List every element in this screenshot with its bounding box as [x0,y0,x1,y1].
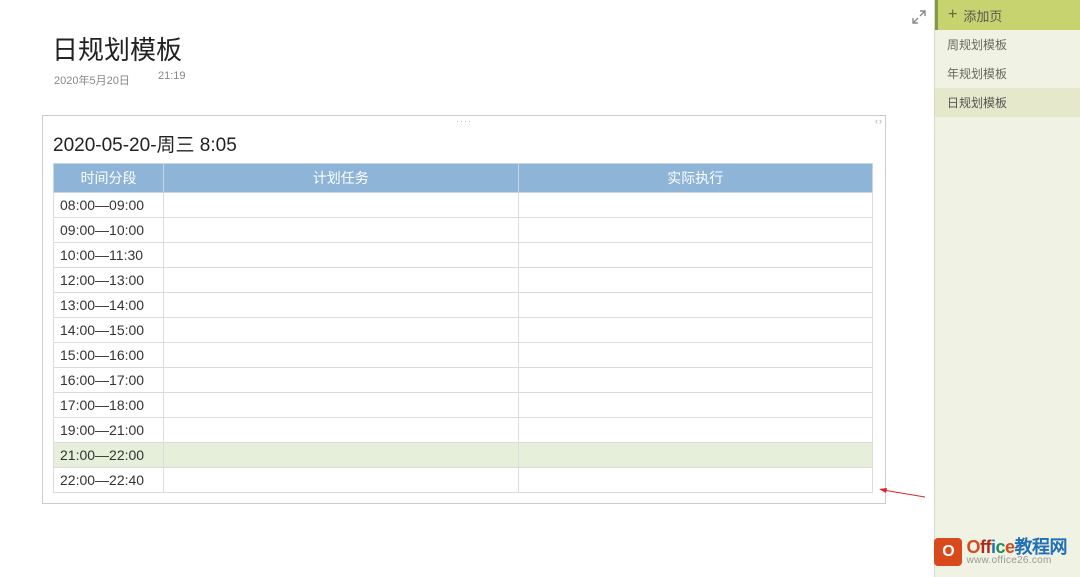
cell-plan[interactable] [164,393,519,418]
cell-slot[interactable]: 22:00—22:40 [54,468,164,493]
sidebar-page-item[interactable]: 周规划模板 [935,30,1080,59]
cell-slot[interactable]: 16:00—17:00 [54,368,164,393]
schedule-table[interactable]: 时间分段 计划任务 实际执行 08:00—09:0009:00—10:0010:… [53,163,873,493]
watermark-logo-icon: O [934,538,962,566]
cell-slot[interactable]: 09:00—10:00 [54,218,164,243]
cell-plan[interactable] [164,418,519,443]
sidebar-page-item[interactable]: 日规划模板 [935,88,1080,117]
plus-icon: + [948,6,957,24]
page-list-sidebar: + 添加页 周规划模板年规划模板日规划模板 [934,0,1080,577]
cell-plan[interactable] [164,318,519,343]
cell-slot[interactable]: 12:00—13:00 [54,268,164,293]
cell-slot[interactable]: 14:00—15:00 [54,318,164,343]
table-header-row: 时间分段 计划任务 实际执行 [54,164,873,193]
sidebar-page-item[interactable]: 年规划模板 [935,59,1080,88]
col-actual: 实际执行 [518,164,873,193]
cell-actual[interactable] [518,468,873,493]
table-row[interactable]: 09:00—10:00 [54,218,873,243]
cell-actual[interactable] [518,193,873,218]
table-row[interactable]: 16:00—17:00 [54,368,873,393]
cell-slot[interactable]: 10:00—11:30 [54,243,164,268]
cell-plan[interactable] [164,468,519,493]
cell-plan[interactable] [164,218,519,243]
table-row[interactable]: 19:00—21:00 [54,418,873,443]
table-row[interactable]: 21:00—22:00 [54,443,873,468]
page-date[interactable]: 2020年5月20日 [54,72,130,88]
table-row[interactable]: 14:00—15:00 [54,318,873,343]
page-title[interactable]: 日规划模板 [52,30,182,67]
cell-actual[interactable] [518,293,873,318]
table-row[interactable]: 13:00—14:00 [54,293,873,318]
note-canvas: 日规划模板 2020年5月20日 21:19 ···· ‹› 2020-05-2… [0,0,934,577]
cell-slot[interactable]: 17:00—18:00 [54,393,164,418]
cell-actual[interactable] [518,243,873,268]
cell-slot[interactable]: 21:00—22:00 [54,443,164,468]
cell-actual[interactable] [518,443,873,468]
cell-actual[interactable] [518,268,873,293]
schedule-title[interactable]: 2020-05-20-周三 8:05 [43,126,885,163]
cell-slot[interactable]: 15:00—16:00 [54,343,164,368]
cell-plan[interactable] [164,243,519,268]
watermark-url: www.office26.com [966,556,1067,566]
table-row[interactable]: 15:00—16:00 [54,343,873,368]
cell-plan[interactable] [164,343,519,368]
cell-actual[interactable] [518,343,873,368]
cell-plan[interactable] [164,443,519,468]
cell-plan[interactable] [164,268,519,293]
table-row[interactable]: 22:00—22:40 [54,468,873,493]
cell-plan[interactable] [164,368,519,393]
watermark: O Office教程网 www.office26.com [934,538,1067,566]
container-drag-handle[interactable]: ···· ‹› [43,116,885,126]
cell-actual[interactable] [518,218,873,243]
cell-plan[interactable] [164,293,519,318]
cell-plan[interactable] [164,193,519,218]
cell-slot[interactable]: 19:00—21:00 [54,418,164,443]
table-row[interactable]: 10:00—11:30 [54,243,873,268]
page-time[interactable]: 21:19 [158,70,186,82]
col-plan: 计划任务 [164,164,519,193]
cell-actual[interactable] [518,318,873,343]
cell-slot[interactable]: 13:00—14:00 [54,293,164,318]
table-row[interactable]: 12:00—13:00 [54,268,873,293]
table-row[interactable]: 17:00—18:00 [54,393,873,418]
watermark-title: Office教程网 [966,538,1067,556]
add-page-button[interactable]: + 添加页 [935,0,1080,30]
cell-actual[interactable] [518,393,873,418]
cell-actual[interactable] [518,418,873,443]
add-page-label: 添加页 [963,6,1002,25]
container-resize-handle[interactable]: ‹› [875,116,885,126]
col-time: 时间分段 [54,164,164,193]
expand-icon[interactable] [912,10,926,24]
cell-actual[interactable] [518,368,873,393]
schedule-container[interactable]: ···· ‹› 2020-05-20-周三 8:05 时间分段 计划任务 实际执… [42,115,886,504]
cell-slot[interactable]: 08:00—09:00 [54,193,164,218]
table-row[interactable]: 08:00—09:00 [54,193,873,218]
